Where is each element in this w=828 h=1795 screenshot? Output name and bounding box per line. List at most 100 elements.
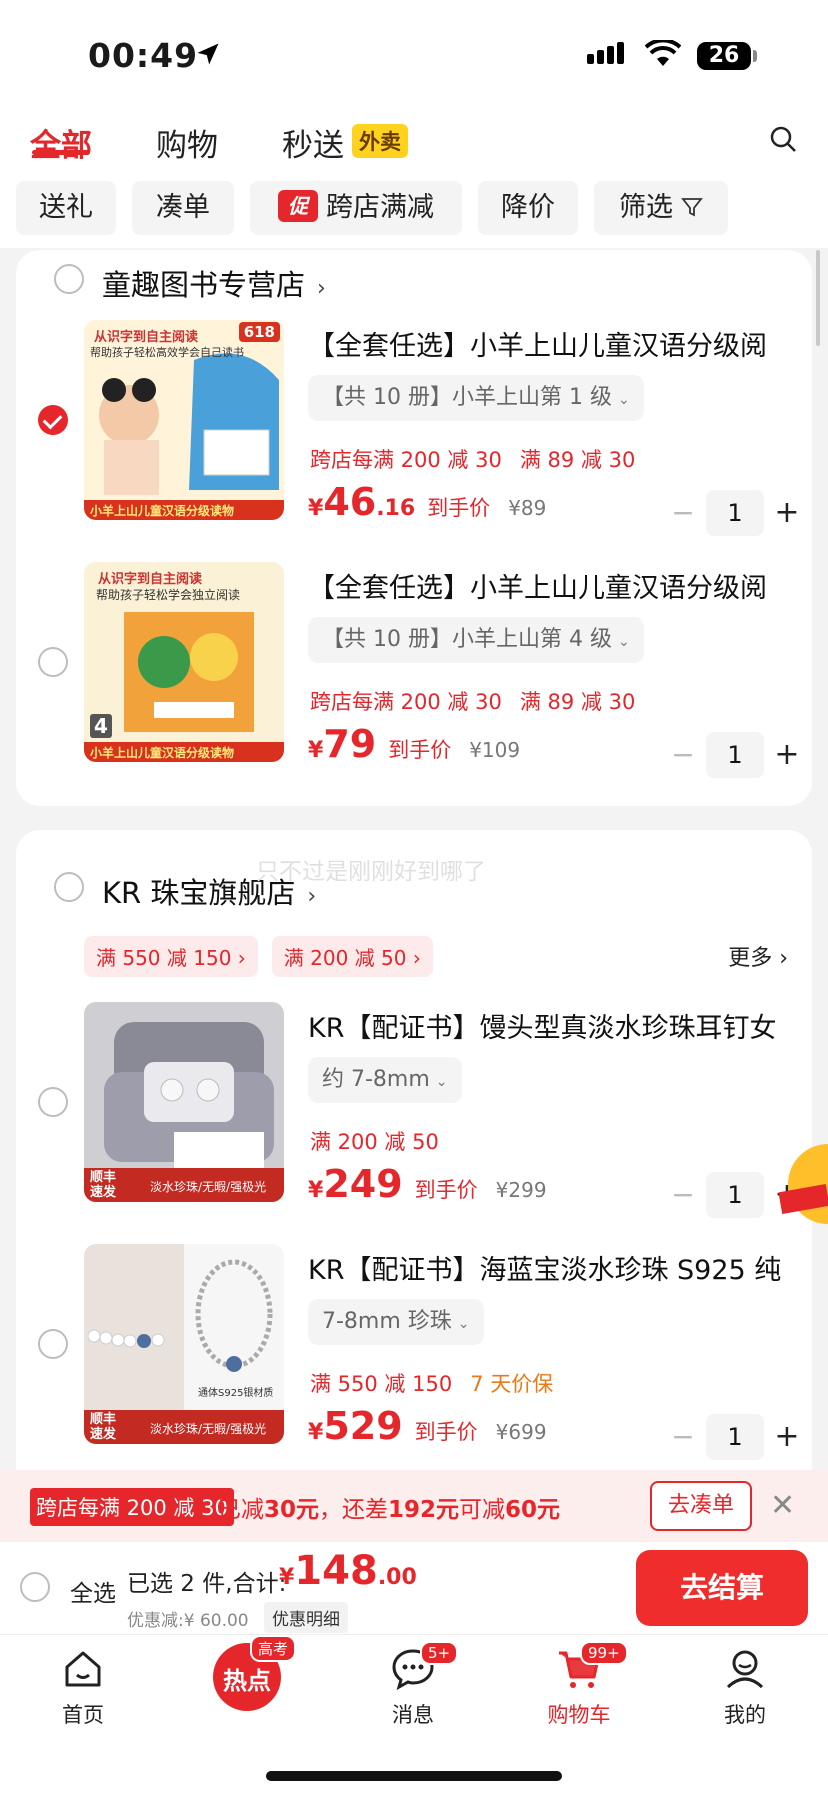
product-thumbnail[interactable]: 顺丰速发 淡水珍珠/无暇/强极光 <box>84 1002 284 1202</box>
cellular-signal-icon <box>587 42 627 64</box>
spec-selector[interactable]: 7-8mm 珍珠 ⌄ <box>308 1299 484 1345</box>
discount-detail-button[interactable]: 优惠明细 <box>264 1602 348 1633</box>
total-integer: 148 <box>294 1548 378 1594</box>
quantity-stepper: − 1 + <box>668 732 804 778</box>
tab-all[interactable]: 全部 <box>30 120 92 165</box>
filter-price-drop[interactable]: 降价 <box>478 181 578 235</box>
more-link[interactable]: 更多 › <box>728 940 788 972</box>
coupon-badge[interactable]: 满 550 减 150 › <box>84 936 258 977</box>
product-thumbnail[interactable]: 从识字到自主阅读 帮助孩子轻松学会独立阅读 4 小羊上山儿童汉语分级读物 <box>84 562 284 762</box>
nav-cart-badge: 99+ <box>580 1641 628 1665</box>
funnel-icon <box>681 198 703 217</box>
tab-shopping[interactable]: 购物 <box>156 120 218 165</box>
coudan-button[interactable]: 去凑单 <box>650 1481 752 1531</box>
shop-select-radio[interactable] <box>54 264 84 294</box>
promo-text: 跨店每满 200 减 30 满 89 减 30 <box>310 444 635 474</box>
spec-selector[interactable]: 【共 10 册】小羊上山第 1 级 ⌄ <box>308 375 644 421</box>
price-currency: ¥ <box>308 496 324 521</box>
thumb-618-badge: 618 <box>238 322 280 342</box>
promo-main: 满 200 减 50 <box>310 1130 439 1154</box>
home-icon <box>65 1651 101 1687</box>
filter-cross-store-discount[interactable]: 促跨店满减 <box>250 181 462 235</box>
floating-promo-icon[interactable] <box>778 1142 828 1234</box>
decrease-button[interactable]: − <box>668 1172 698 1218</box>
quantity-value[interactable]: 1 <box>706 1414 764 1460</box>
bottom-nav: 首页 热点 高考 5+ 消息 99+ 购物车 我的 <box>0 1634 828 1795</box>
nav-messages-badge: 5+ <box>420 1641 459 1665</box>
thumb-banner: 小羊上山儿童汉语分级读物 <box>90 504 235 518</box>
close-icon[interactable]: ✕ <box>770 1488 795 1523</box>
promo-msg-gap: 192元 <box>388 1497 460 1523</box>
price-label: 到手价 <box>414 1420 478 1444</box>
chevron-down-icon: ⌄ <box>617 634 630 650</box>
spec-selector[interactable]: 约 7-8mm ⌄ <box>308 1057 462 1103</box>
hot-text: 热点 <box>223 1667 271 1695</box>
filter-price-drop-label: 降价 <box>501 192 555 223</box>
increase-button[interactable]: + <box>772 732 802 778</box>
product-title[interactable]: 【全套任选】小羊上山儿童汉语分级阅 <box>308 324 808 363</box>
quantity-value[interactable]: 1 <box>706 732 764 778</box>
item-select-checkbox[interactable] <box>38 405 68 435</box>
decrease-button[interactable]: − <box>668 490 698 536</box>
cart-item: 通体S925银材质 顺丰速发 淡水珍珠/无暇/强极光 KR【配证书】海蓝宝淡水珍… <box>16 1244 812 1484</box>
promo-text: 满 550 减 150 7 天价保 <box>310 1368 553 1398</box>
price-currency: ¥ <box>308 1420 324 1445</box>
promo-msg-target: 60元 <box>505 1497 561 1523</box>
coupon-text: 满 200 减 50 <box>283 946 407 970</box>
promo-secondary: 满 89 减 30 <box>519 448 636 472</box>
product-title[interactable]: KR【配证书】馒头型真淡水珍珠耳钉女 <box>308 1006 808 1045</box>
waimai-badge: 外卖 <box>352 124 408 158</box>
nav-cart[interactable]: 99+ 购物车 <box>524 1641 634 1729</box>
decrease-button[interactable]: − <box>668 732 698 778</box>
nav-home-label: 首页 <box>62 1703 104 1727</box>
select-all-label[interactable]: 全选 <box>70 1574 116 1608</box>
checkout-button[interactable]: 去结算 <box>636 1550 808 1626</box>
quantity-value[interactable]: 1 <box>706 490 764 536</box>
quantity-stepper: − 1 + <box>668 1414 804 1460</box>
item-select-checkbox[interactable] <box>38 647 68 677</box>
total-decimal: .00 <box>377 1565 417 1590</box>
product-thumbnail[interactable]: 通体S925银材质 顺丰速发 淡水珍珠/无暇/强极光 <box>84 1244 284 1444</box>
original-price: ¥109 <box>469 738 521 762</box>
nav-home[interactable]: 首页 <box>28 1647 138 1729</box>
filter-coudan[interactable]: 凑单 <box>132 181 234 235</box>
thumb-caption: 淡水珍珠/无暇/强极光 <box>150 1180 267 1194</box>
item-select-checkbox[interactable] <box>38 1087 68 1117</box>
promo-tag: 跨店每满 200 减 30 <box>30 1488 234 1526</box>
spec-selector[interactable]: 【共 10 册】小羊上山第 4 级 ⌄ <box>308 617 644 663</box>
nav-messages[interactable]: 5+ 消息 <box>358 1641 468 1729</box>
nav-profile[interactable]: 我的 <box>690 1647 800 1729</box>
decrease-button[interactable]: − <box>668 1414 698 1460</box>
scrollbar[interactable] <box>816 250 820 346</box>
price-integer: 79 <box>323 722 377 766</box>
more-text: 更多 <box>728 946 773 971</box>
shop-select-radio[interactable] <box>54 872 84 902</box>
select-all-radio[interactable] <box>20 1572 50 1602</box>
increase-button[interactable]: + <box>772 490 802 536</box>
search-icon[interactable] <box>768 124 798 154</box>
shop-name[interactable]: 童趣图书专营店 › <box>102 262 326 304</box>
filter-coudan-label: 凑单 <box>156 192 210 223</box>
price: ¥79 到手价 ¥109 <box>308 722 520 766</box>
total-currency: ¥ <box>279 1565 295 1590</box>
spec-text: 【共 10 册】小羊上山第 1 级 <box>322 385 612 410</box>
tab-flash-delivery[interactable]: 秒送 <box>282 120 344 165</box>
increase-button[interactable]: + <box>772 1414 802 1460</box>
discount-text: 优惠减:¥ 60.00 <box>127 1611 249 1631</box>
quantity-value[interactable]: 1 <box>706 1172 764 1218</box>
price-label: 到手价 <box>427 496 491 520</box>
status-time: 00:49 <box>88 36 199 75</box>
nav-hot[interactable]: 热点 高考 <box>192 1635 302 1719</box>
coupon-row: 满 550 减 150 › 满 200 减 50 › <box>84 936 447 977</box>
product-title[interactable]: KR【配证书】海蓝宝淡水珍珠 S925 纯 <box>308 1248 808 1287</box>
filter-gift[interactable]: 送礼 <box>16 181 116 235</box>
cart-item: 顺丰速发 淡水珍珠/无暇/强极光 KR【配证书】馒头型真淡水珍珠耳钉女 约 7-… <box>16 1002 812 1242</box>
product-title[interactable]: 【全套任选】小羊上山儿童汉语分级阅 <box>308 566 808 605</box>
filter-screen[interactable]: 筛选 <box>594 181 728 235</box>
cart-item: 从识字到自主阅读 帮助孩子轻松高效学会自己读书 618 小羊上山儿童汉语分级读物… <box>16 320 812 560</box>
product-thumbnail[interactable]: 从识字到自主阅读 帮助孩子轻松高效学会自己读书 618 小羊上山儿童汉语分级读物 <box>84 320 284 520</box>
item-select-checkbox[interactable] <box>38 1329 68 1359</box>
shop-name-text: 童趣图书专营店 <box>102 268 306 302</box>
coupon-badge[interactable]: 满 200 减 50 › <box>271 936 433 977</box>
thumb-subline: 帮助孩子轻松高效学会自己读书 <box>90 346 244 359</box>
